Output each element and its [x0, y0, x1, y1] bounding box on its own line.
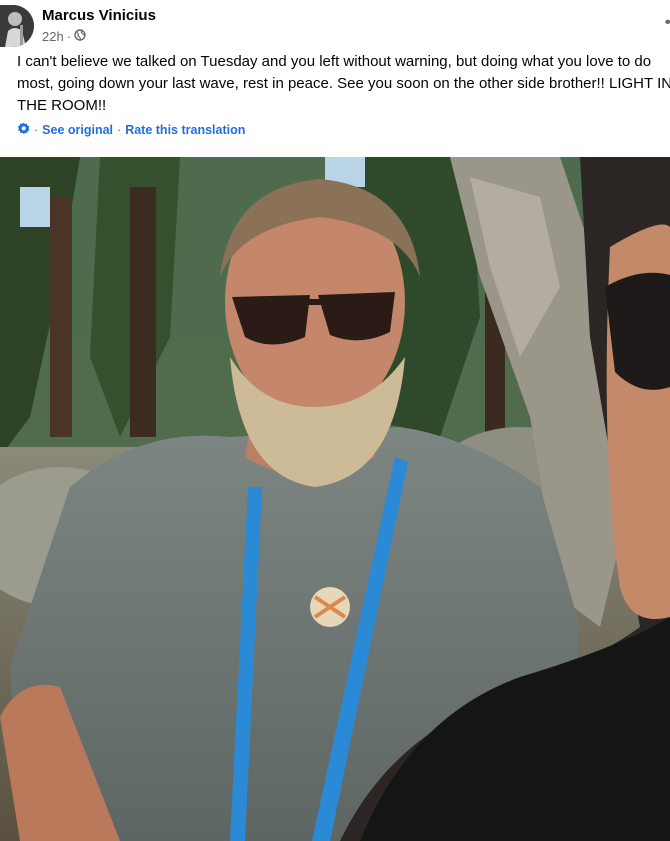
post-text: I can't believe we talked on Tuesday and…	[17, 53, 670, 114]
meta-separator: ·	[66, 29, 72, 44]
post-header: Marcus Vinicius 22h · ••	[0, 0, 670, 48]
selfie-photo	[0, 157, 670, 841]
post-photo[interactable]	[0, 157, 670, 841]
rate-translation-link[interactable]: Rate this translation	[125, 123, 245, 137]
author-avatar[interactable]	[0, 5, 34, 47]
translation-row: · See original · Rate this translation	[17, 122, 245, 138]
more-options-icon[interactable]: ••	[665, 14, 670, 32]
translate-gear-icon	[17, 122, 30, 138]
separator: ·	[34, 123, 39, 137]
author-name[interactable]: Marcus Vinicius	[42, 7, 156, 24]
post-time[interactable]: 22h	[42, 29, 64, 44]
post-meta: 22h ·	[42, 29, 86, 44]
see-original-link[interactable]: See original	[42, 123, 113, 137]
globe-icon[interactable]	[74, 29, 86, 44]
separator: ·	[117, 123, 122, 137]
